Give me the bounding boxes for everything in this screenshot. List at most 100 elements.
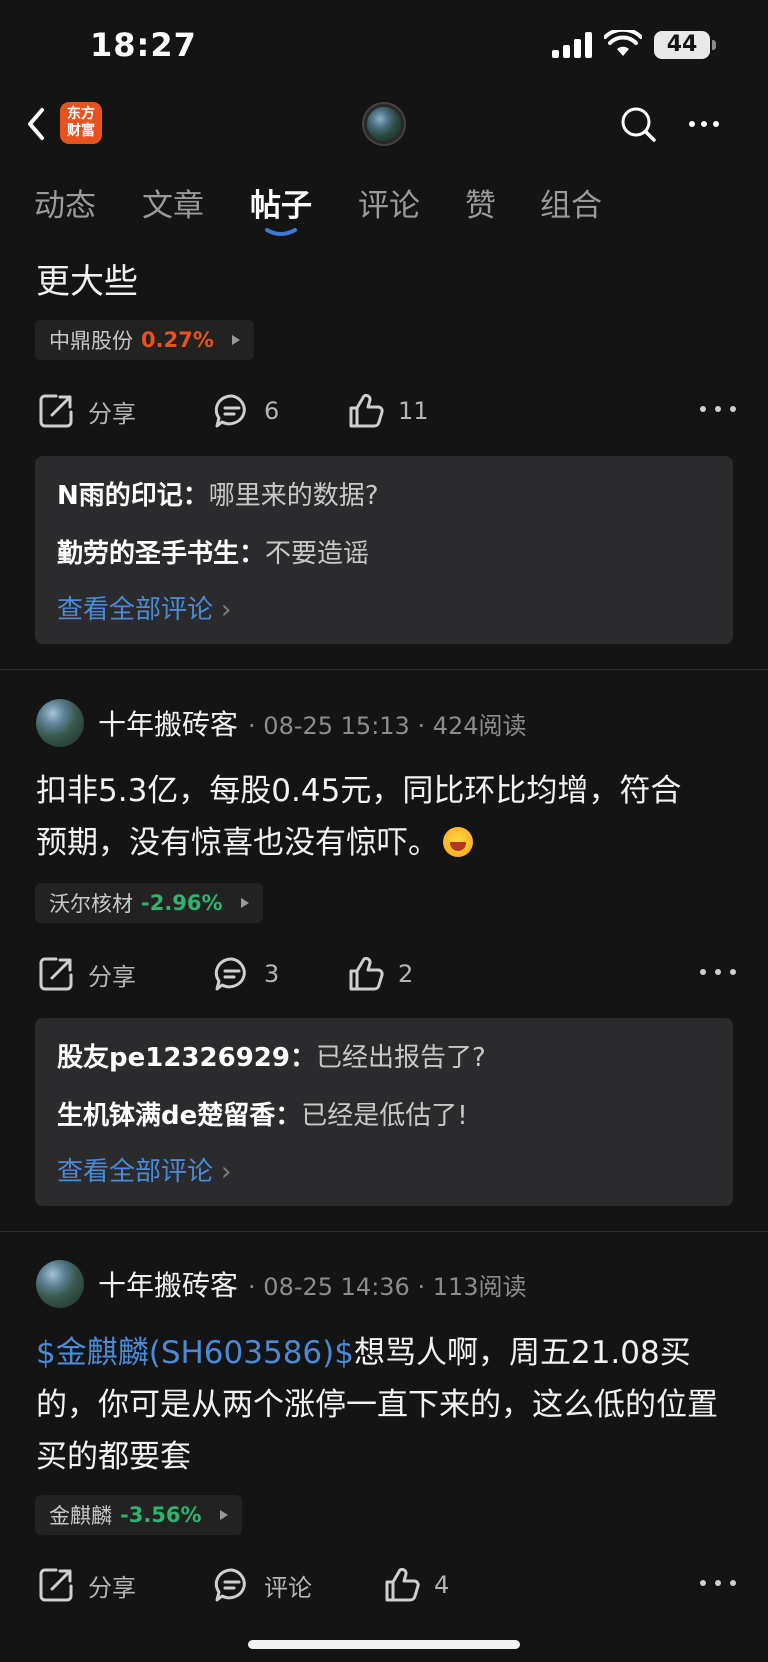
share-icon — [39, 957, 73, 991]
like-count: 11 — [398, 397, 429, 425]
comment-count: 6 — [264, 397, 280, 425]
chevron-right-icon — [231, 335, 240, 345]
comment-item: 生机钵满de楚留香：已经是低估了! — [57, 1096, 711, 1136]
comment-icon — [214, 957, 246, 991]
like-button[interactable]: 11 — [346, 386, 429, 436]
post-header: 十年搬砖客 · 08-25 14:36 · 113阅读 — [36, 1260, 527, 1308]
like-count: 4 — [434, 1571, 450, 1599]
more-options-icon[interactable] — [700, 969, 736, 979]
comment-preview[interactable]: N雨的印记：哪里来的数据? 勤劳的圣手书生：不要造谣 查看全部评论 — [35, 456, 733, 644]
stock-name: 金麒麟 — [49, 1504, 112, 1528]
tab-likes[interactable]: 赞 — [465, 180, 496, 225]
see-all-comments-link[interactable]: 查看全部评论 — [57, 592, 711, 628]
thumbs-up-icon — [385, 1567, 420, 1602]
comment-label: 评论 — [264, 1573, 312, 1602]
share-button[interactable]: 分享 — [36, 949, 136, 999]
stock-tag[interactable]: 沃尔核材 -2.96% — [35, 883, 263, 923]
cellular-signal-icon — [552, 32, 594, 58]
comment-author[interactable]: 勤劳的圣手书生： — [57, 539, 265, 569]
thumbs-up-icon — [349, 393, 384, 428]
read-count: 424阅读 — [432, 711, 527, 740]
tab-portfolio[interactable]: 组合 — [540, 180, 602, 225]
status-bar: 18:27 44 — [0, 0, 768, 92]
read-count: 113阅读 — [432, 1272, 527, 1301]
profile-tabs: 动态 文章 帖子 评论 赞 组合 — [0, 180, 768, 240]
comment-item: 股友pe12326929：已经出报告了? — [57, 1038, 711, 1078]
like-count: 2 — [398, 960, 414, 988]
chevron-right-icon — [240, 898, 249, 908]
post-text: 扣非5.3亿，每股0.45元，同比环比均增，符合预期，没有惊喜也没有惊吓。 — [36, 773, 682, 861]
comment-author[interactable]: 股友pe12326929： — [57, 1043, 316, 1073]
post-actions: 分享 3 2 — [36, 949, 736, 999]
comment-text: 已经是低估了! — [301, 1101, 468, 1131]
tab-comments[interactable]: 评论 — [358, 180, 420, 225]
stock-tag[interactable]: 中鼎股份 0.27% — [35, 320, 254, 360]
logo-line-1: 东方 — [67, 106, 95, 122]
comment-count: 3 — [264, 960, 280, 988]
post-body[interactable]: 扣非5.3亿，每股0.45元，同比环比均增，符合预期，没有惊喜也没有惊吓。 — [36, 765, 696, 869]
comment-button[interactable]: 6 — [212, 386, 279, 436]
thumbs-up-icon — [349, 956, 384, 991]
chevron-right-icon — [219, 1510, 228, 1520]
laughing-face-icon — [443, 827, 473, 857]
author-name[interactable]: 十年搬砖客 — [98, 1264, 238, 1304]
home-indicator[interactable] — [248, 1640, 520, 1649]
comment-preview[interactable]: 股友pe12326929：已经出报告了? 生机钵满de楚留香：已经是低估了! 查… — [35, 1018, 733, 1206]
comment-text: 不要造谣 — [265, 539, 370, 569]
app-logo[interactable]: 东方 财富 — [60, 102, 102, 144]
post-divider — [0, 1231, 768, 1232]
share-label: 分享 — [88, 399, 136, 428]
stock-change: -3.56% — [120, 1503, 202, 1527]
tab-articles[interactable]: 文章 — [142, 180, 204, 225]
like-button[interactable]: 4 — [382, 1560, 449, 1610]
like-button[interactable]: 2 — [346, 949, 413, 999]
battery-icon: 44 — [654, 31, 716, 59]
stock-change: -2.96% — [141, 891, 223, 915]
wifi-icon — [604, 30, 642, 56]
tab-dynamics[interactable]: 动态 — [34, 180, 96, 225]
comment-item: N雨的印记：哪里来的数据? — [57, 476, 711, 516]
more-options-icon[interactable] — [684, 104, 724, 144]
post-divider — [0, 669, 768, 670]
see-all-comments-link[interactable]: 查看全部评论 — [57, 1154, 711, 1190]
post-actions: 分享 6 11 — [36, 386, 736, 436]
status-time: 18:27 — [90, 26, 197, 64]
stock-cashtag-link[interactable]: $金麒麟(SH603586)$ — [36, 1335, 354, 1371]
profile-avatar[interactable] — [364, 104, 404, 144]
stock-tag[interactable]: 金麒麟 -3.56% — [35, 1495, 242, 1535]
post-meta: · 08-25 14:36 · 113阅读 — [248, 1272, 527, 1301]
comment-text: 哪里来的数据? — [208, 481, 379, 511]
comment-text: 已经出报告了? — [315, 1043, 486, 1073]
author-avatar[interactable] — [36, 1260, 84, 1308]
comment-icon — [214, 394, 246, 428]
more-options-icon[interactable] — [700, 1580, 736, 1590]
share-label: 分享 — [88, 1573, 136, 1602]
post-body[interactable]: $金麒麟(SH603586)$想骂人啊，周五21.08买的，你可是从两个涨停一直… — [36, 1327, 731, 1483]
comment-button[interactable]: 3 — [212, 949, 279, 999]
post-meta: · 08-25 15:13 · 424阅读 — [248, 711, 527, 740]
share-button[interactable]: 分享 — [36, 1560, 136, 1610]
logo-line-2: 财富 — [67, 123, 95, 139]
comment-author[interactable]: N雨的印记： — [57, 481, 209, 511]
tab-posts[interactable]: 帖子 — [250, 180, 312, 225]
back-arrow-icon[interactable] — [22, 104, 52, 144]
post-header: 十年搬砖客 · 08-25 15:13 · 424阅读 — [36, 699, 527, 747]
nav-bar: 东方 财富 — [0, 92, 768, 158]
comment-button[interactable]: 评论 — [212, 1560, 312, 1610]
stock-change: 0.27% — [141, 328, 214, 352]
comment-icon — [214, 1568, 246, 1602]
share-icon — [39, 394, 73, 428]
author-avatar[interactable] — [36, 699, 84, 747]
active-tab-indicator — [265, 228, 297, 236]
share-label: 分享 — [88, 962, 136, 991]
share-button[interactable]: 分享 — [36, 386, 136, 436]
comment-author[interactable]: 生机钵满de楚留香： — [57, 1101, 301, 1131]
comment-item: 勤劳的圣手书生：不要造谣 — [57, 534, 711, 574]
post-date: 08-25 14:36 — [263, 1272, 410, 1301]
stock-name: 中鼎股份 — [49, 329, 133, 353]
search-icon[interactable] — [618, 104, 658, 144]
share-icon — [39, 1568, 73, 1602]
more-options-icon[interactable] — [700, 406, 736, 416]
author-name[interactable]: 十年搬砖客 — [98, 703, 238, 743]
post-body[interactable]: 更大些 — [36, 254, 138, 303]
